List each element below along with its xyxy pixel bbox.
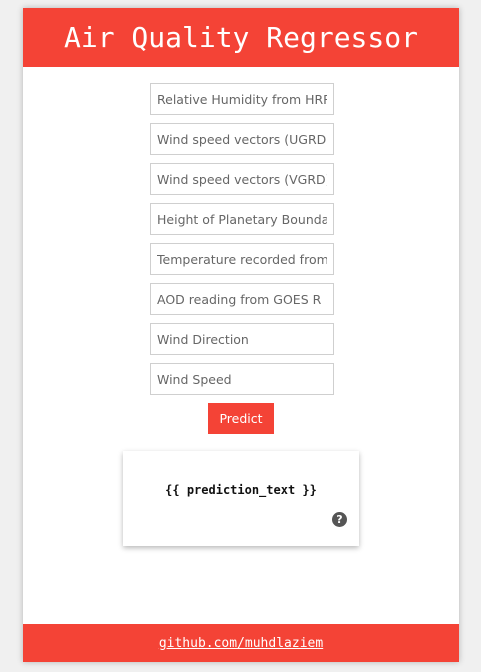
relative-humidity-input[interactable] <box>150 83 334 115</box>
boundary-height-input[interactable] <box>150 203 334 235</box>
ugrd-wind-input[interactable] <box>150 123 334 155</box>
wind-direction-input[interactable] <box>150 323 334 355</box>
predict-button[interactable]: Predict <box>208 403 274 434</box>
prediction-form <box>150 83 334 403</box>
github-link[interactable]: github.com/muhdlaziem <box>159 636 323 651</box>
footer: github.com/muhdlaziem <box>23 624 459 662</box>
page-container: Air Quality Regressor Predict {{ predict… <box>23 8 459 662</box>
prediction-text: {{ prediction_text }} <box>165 483 317 497</box>
aod-input[interactable] <box>150 283 334 315</box>
wind-speed-input[interactable] <box>150 363 334 395</box>
question-circle-icon[interactable]: ? <box>332 512 347 527</box>
temperature-input[interactable] <box>150 243 334 275</box>
vgrd-wind-input[interactable] <box>150 163 334 195</box>
page-title: Air Quality Regressor <box>23 8 459 67</box>
prediction-card: {{ prediction_text }} ? <box>123 451 359 546</box>
